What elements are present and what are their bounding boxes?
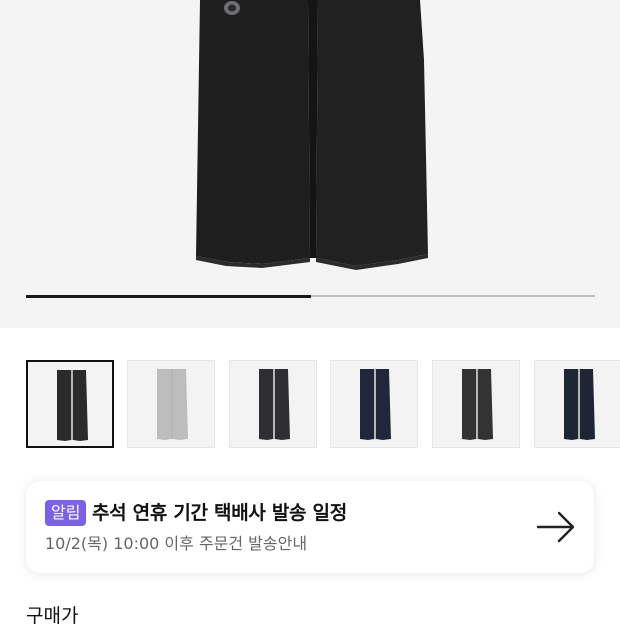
thumbnail-navy[interactable] — [330, 360, 418, 448]
notice-title: 추석 연휴 기간 택배사 발송 일정 — [92, 502, 347, 524]
notice-subtitle: 10/2(목) 10:00 이후 주문건 발송안내 — [45, 534, 308, 553]
thumbnail-black[interactable] — [26, 360, 114, 448]
thumbnail-dark-gray[interactable] — [432, 360, 520, 448]
notice-card[interactable]: 알림 추석 연휴 기간 택배사 발송 일정 10/2(목) 10:00 이후 주… — [26, 481, 594, 573]
gallery-progress-fill — [26, 294, 311, 298]
product-main-image — [196, 0, 428, 270]
notice-badge: 알림 — [45, 500, 87, 526]
thumbnail-strip[interactable] — [0, 360, 620, 450]
product-image-gallery[interactable] — [0, 0, 620, 328]
purchase-price-label: 구매가 — [26, 605, 79, 627]
thumbnail-dark-navy[interactable] — [534, 360, 620, 448]
thumbnail-gray[interactable] — [127, 360, 215, 448]
arrow-right-icon[interactable] — [536, 509, 576, 549]
gallery-progress-track — [26, 294, 595, 298]
thumbnail-charcoal[interactable] — [229, 360, 317, 448]
